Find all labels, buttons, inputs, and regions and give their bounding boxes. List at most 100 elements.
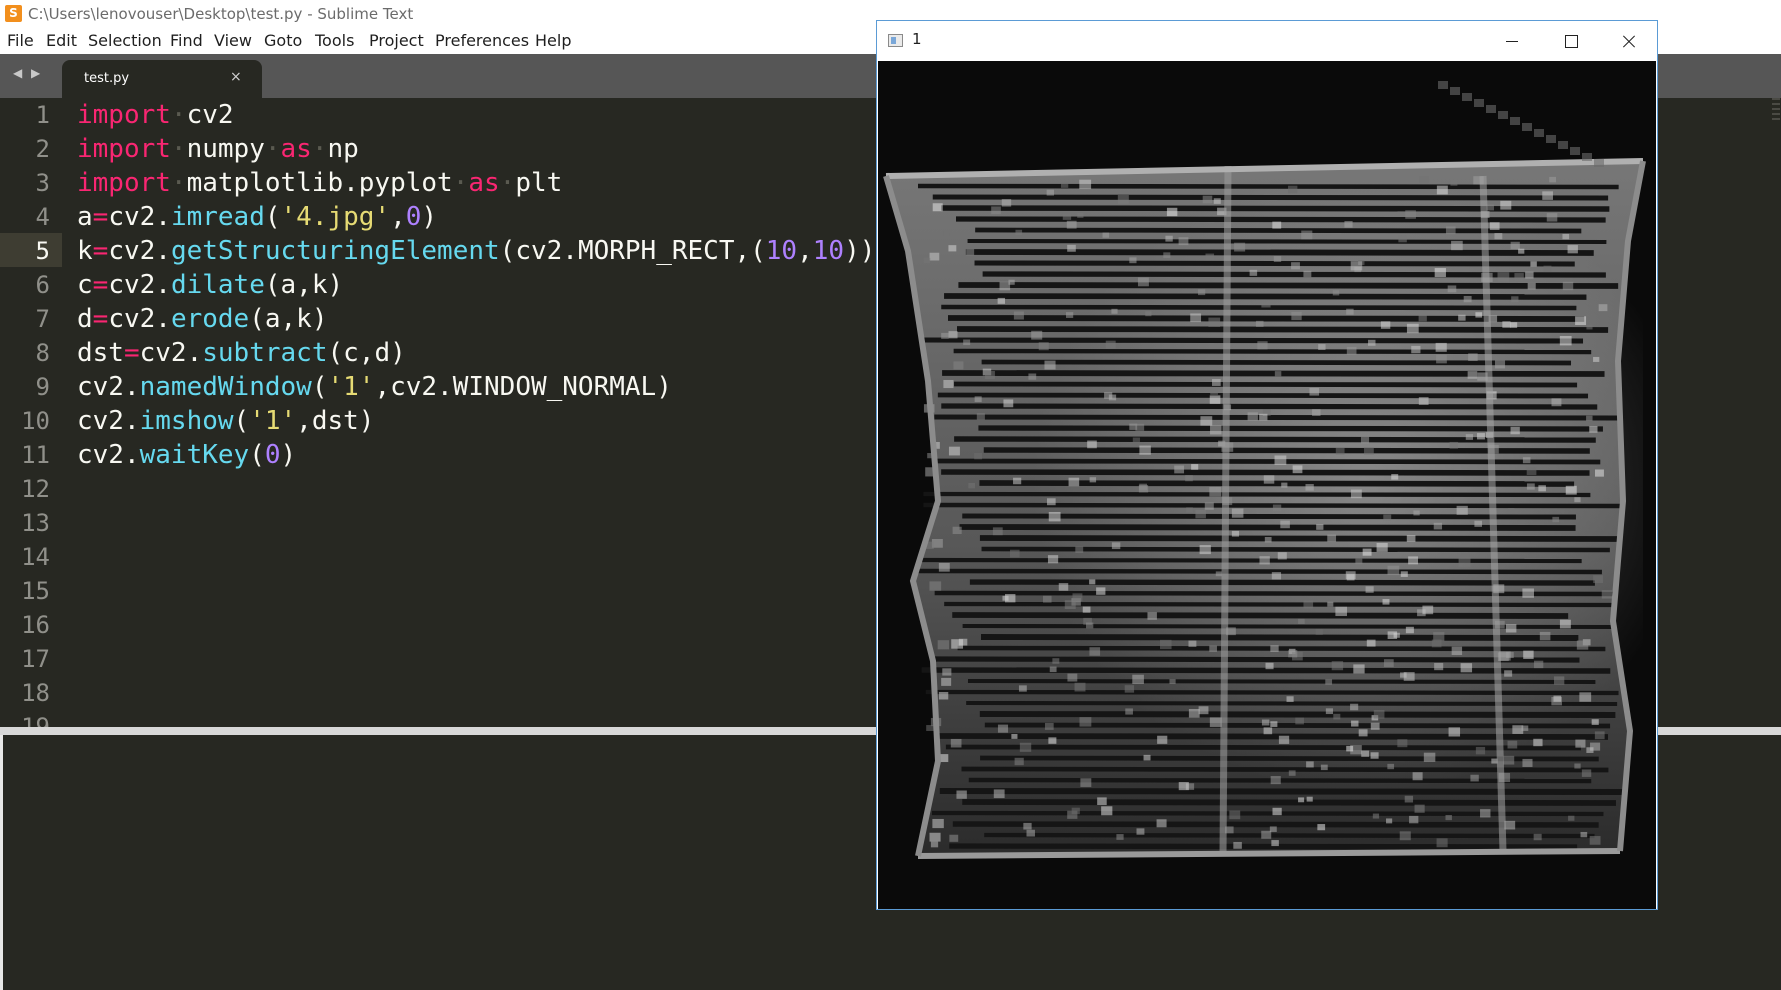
menu-view[interactable]: View bbox=[214, 28, 252, 54]
menu-preferences[interactable]: Preferences bbox=[435, 28, 529, 54]
code-token: dilate bbox=[170, 270, 265, 300]
tab-back-icon[interactable]: ◀ bbox=[13, 66, 22, 80]
code-token: numpy bbox=[186, 134, 265, 164]
maximize-icon[interactable] bbox=[1541, 21, 1599, 61]
code-token: · bbox=[170, 168, 187, 198]
close-icon[interactable] bbox=[1599, 21, 1657, 61]
window-title: C:\Users\lenovouser\Desktop\test.py - Su… bbox=[28, 5, 414, 23]
line-number: 4 bbox=[35, 203, 50, 231]
menu-edit[interactable]: Edit bbox=[46, 28, 77, 54]
code-token: ( bbox=[264, 202, 281, 232]
code-line[interactable]: import·matplotlib.pyplot·as·plt bbox=[77, 166, 562, 200]
line-number: 12 bbox=[21, 475, 50, 503]
line-number: 7 bbox=[35, 305, 50, 333]
tab-test-py[interactable]: test.py × bbox=[62, 60, 262, 98]
line-number: 17 bbox=[21, 645, 50, 673]
code-token: cv2. bbox=[139, 338, 203, 368]
code-token: cv2 bbox=[186, 100, 234, 130]
code-token: ( bbox=[233, 406, 250, 436]
code-token: '4.jpg' bbox=[280, 202, 391, 232]
code-token: cv2. bbox=[108, 270, 171, 300]
code-token: 10 bbox=[765, 236, 798, 266]
code-line[interactable]: c=cv2.dilate(a,k) bbox=[77, 268, 343, 302]
code-token: '1' bbox=[249, 406, 297, 436]
image-window[interactable]: 1 bbox=[876, 20, 1658, 910]
code-token: , bbox=[390, 202, 406, 232]
code-token: · bbox=[452, 168, 469, 198]
tab-forward-icon[interactable]: ▶ bbox=[31, 66, 40, 80]
code-line[interactable]: cv2.imshow('1',dst) bbox=[77, 404, 374, 438]
code-line[interactable]: a=cv2.imread('4.jpg',0) bbox=[77, 200, 437, 234]
code-token: import bbox=[77, 100, 171, 130]
code-token: (a,k) bbox=[249, 304, 328, 334]
code-token: cv2. bbox=[77, 406, 140, 436]
code-token: · bbox=[170, 100, 187, 130]
menu-project[interactable]: Project bbox=[369, 28, 424, 54]
code-token: imread bbox=[170, 202, 265, 232]
code-line[interactable]: import·numpy·as·np bbox=[77, 132, 359, 166]
code-line[interactable]: cv2.waitKey(0) bbox=[77, 438, 296, 472]
code-line[interactable]: k=cv2.getStructuringElement(cv2.MORPH_RE… bbox=[77, 234, 875, 268]
code-token: = bbox=[92, 202, 109, 232]
line-number: 14 bbox=[21, 543, 50, 571]
code-token: cv2. bbox=[77, 372, 140, 402]
code-token: ( bbox=[311, 372, 328, 402]
code-token: getStructuringElement bbox=[170, 236, 500, 266]
line-number: 3 bbox=[35, 169, 50, 197]
grayscale-image bbox=[878, 61, 1656, 909]
image-content bbox=[878, 61, 1656, 909]
code-token: , bbox=[797, 236, 813, 266]
code-token: (cv2.MORPH_RECT,( bbox=[499, 236, 766, 266]
line-number: 2 bbox=[35, 135, 50, 163]
code-token: )) bbox=[844, 236, 876, 266]
code-token: import bbox=[77, 168, 171, 198]
menu-find[interactable]: Find bbox=[170, 28, 203, 54]
line-number: 15 bbox=[21, 577, 50, 605]
code-token: 0 bbox=[264, 440, 281, 470]
code-line[interactable]: d=cv2.erode(a,k) bbox=[77, 302, 328, 336]
line-number: 16 bbox=[21, 611, 50, 639]
line-number: 19 bbox=[21, 713, 50, 727]
line-number: 10 bbox=[21, 407, 50, 435]
code-token: import bbox=[77, 134, 171, 164]
code-line[interactable]: cv2.namedWindow('1',cv2.WINDOW_NORMAL) bbox=[77, 370, 672, 404]
menu-tools[interactable]: Tools bbox=[315, 28, 354, 54]
minimize-icon[interactable] bbox=[1483, 21, 1541, 61]
code-token: · bbox=[499, 168, 516, 198]
tab-close-icon[interactable]: × bbox=[230, 69, 242, 85]
image-window-title-bar[interactable]: 1 bbox=[877, 21, 1657, 61]
code-token: ,dst) bbox=[296, 406, 375, 436]
image-window-title: 1 bbox=[912, 30, 922, 48]
code-token: '1' bbox=[327, 372, 375, 402]
menu-help[interactable]: Help bbox=[535, 28, 571, 54]
line-number: 9 bbox=[35, 373, 50, 401]
code-token: ) bbox=[421, 202, 438, 232]
code-token: ) bbox=[280, 440, 297, 470]
code-token: erode bbox=[170, 304, 250, 334]
line-number: 6 bbox=[35, 271, 50, 299]
code-token: plt bbox=[515, 168, 563, 198]
code-token: = bbox=[92, 236, 109, 266]
code-line[interactable]: import·cv2 bbox=[77, 98, 234, 132]
line-number: 18 bbox=[21, 679, 50, 707]
code-token: k bbox=[77, 236, 93, 266]
menu-file[interactable]: File bbox=[7, 28, 34, 54]
code-token: a bbox=[77, 202, 93, 232]
menu-goto[interactable]: Goto bbox=[264, 28, 302, 54]
code-token: ( bbox=[249, 440, 265, 470]
line-number: 5 bbox=[35, 237, 50, 265]
code-line[interactable]: dst=cv2.subtract(c,d) bbox=[77, 336, 406, 370]
code-token: as bbox=[468, 168, 500, 198]
line-number: 1 bbox=[35, 101, 50, 129]
line-number: 11 bbox=[21, 441, 50, 469]
code-token: 0 bbox=[405, 202, 422, 232]
code-token: namedWindow bbox=[139, 372, 312, 402]
code-token: d bbox=[77, 304, 93, 334]
menu-selection[interactable]: Selection bbox=[88, 28, 162, 54]
tab-label: test.py bbox=[84, 71, 130, 86]
code-token: · bbox=[264, 134, 281, 164]
minimap[interactable] bbox=[1772, 98, 1780, 128]
code-token: ,cv2.WINDOW_NORMAL) bbox=[374, 372, 672, 402]
code-token: subtract bbox=[202, 338, 328, 368]
morphological-gradient-image bbox=[878, 61, 1656, 909]
